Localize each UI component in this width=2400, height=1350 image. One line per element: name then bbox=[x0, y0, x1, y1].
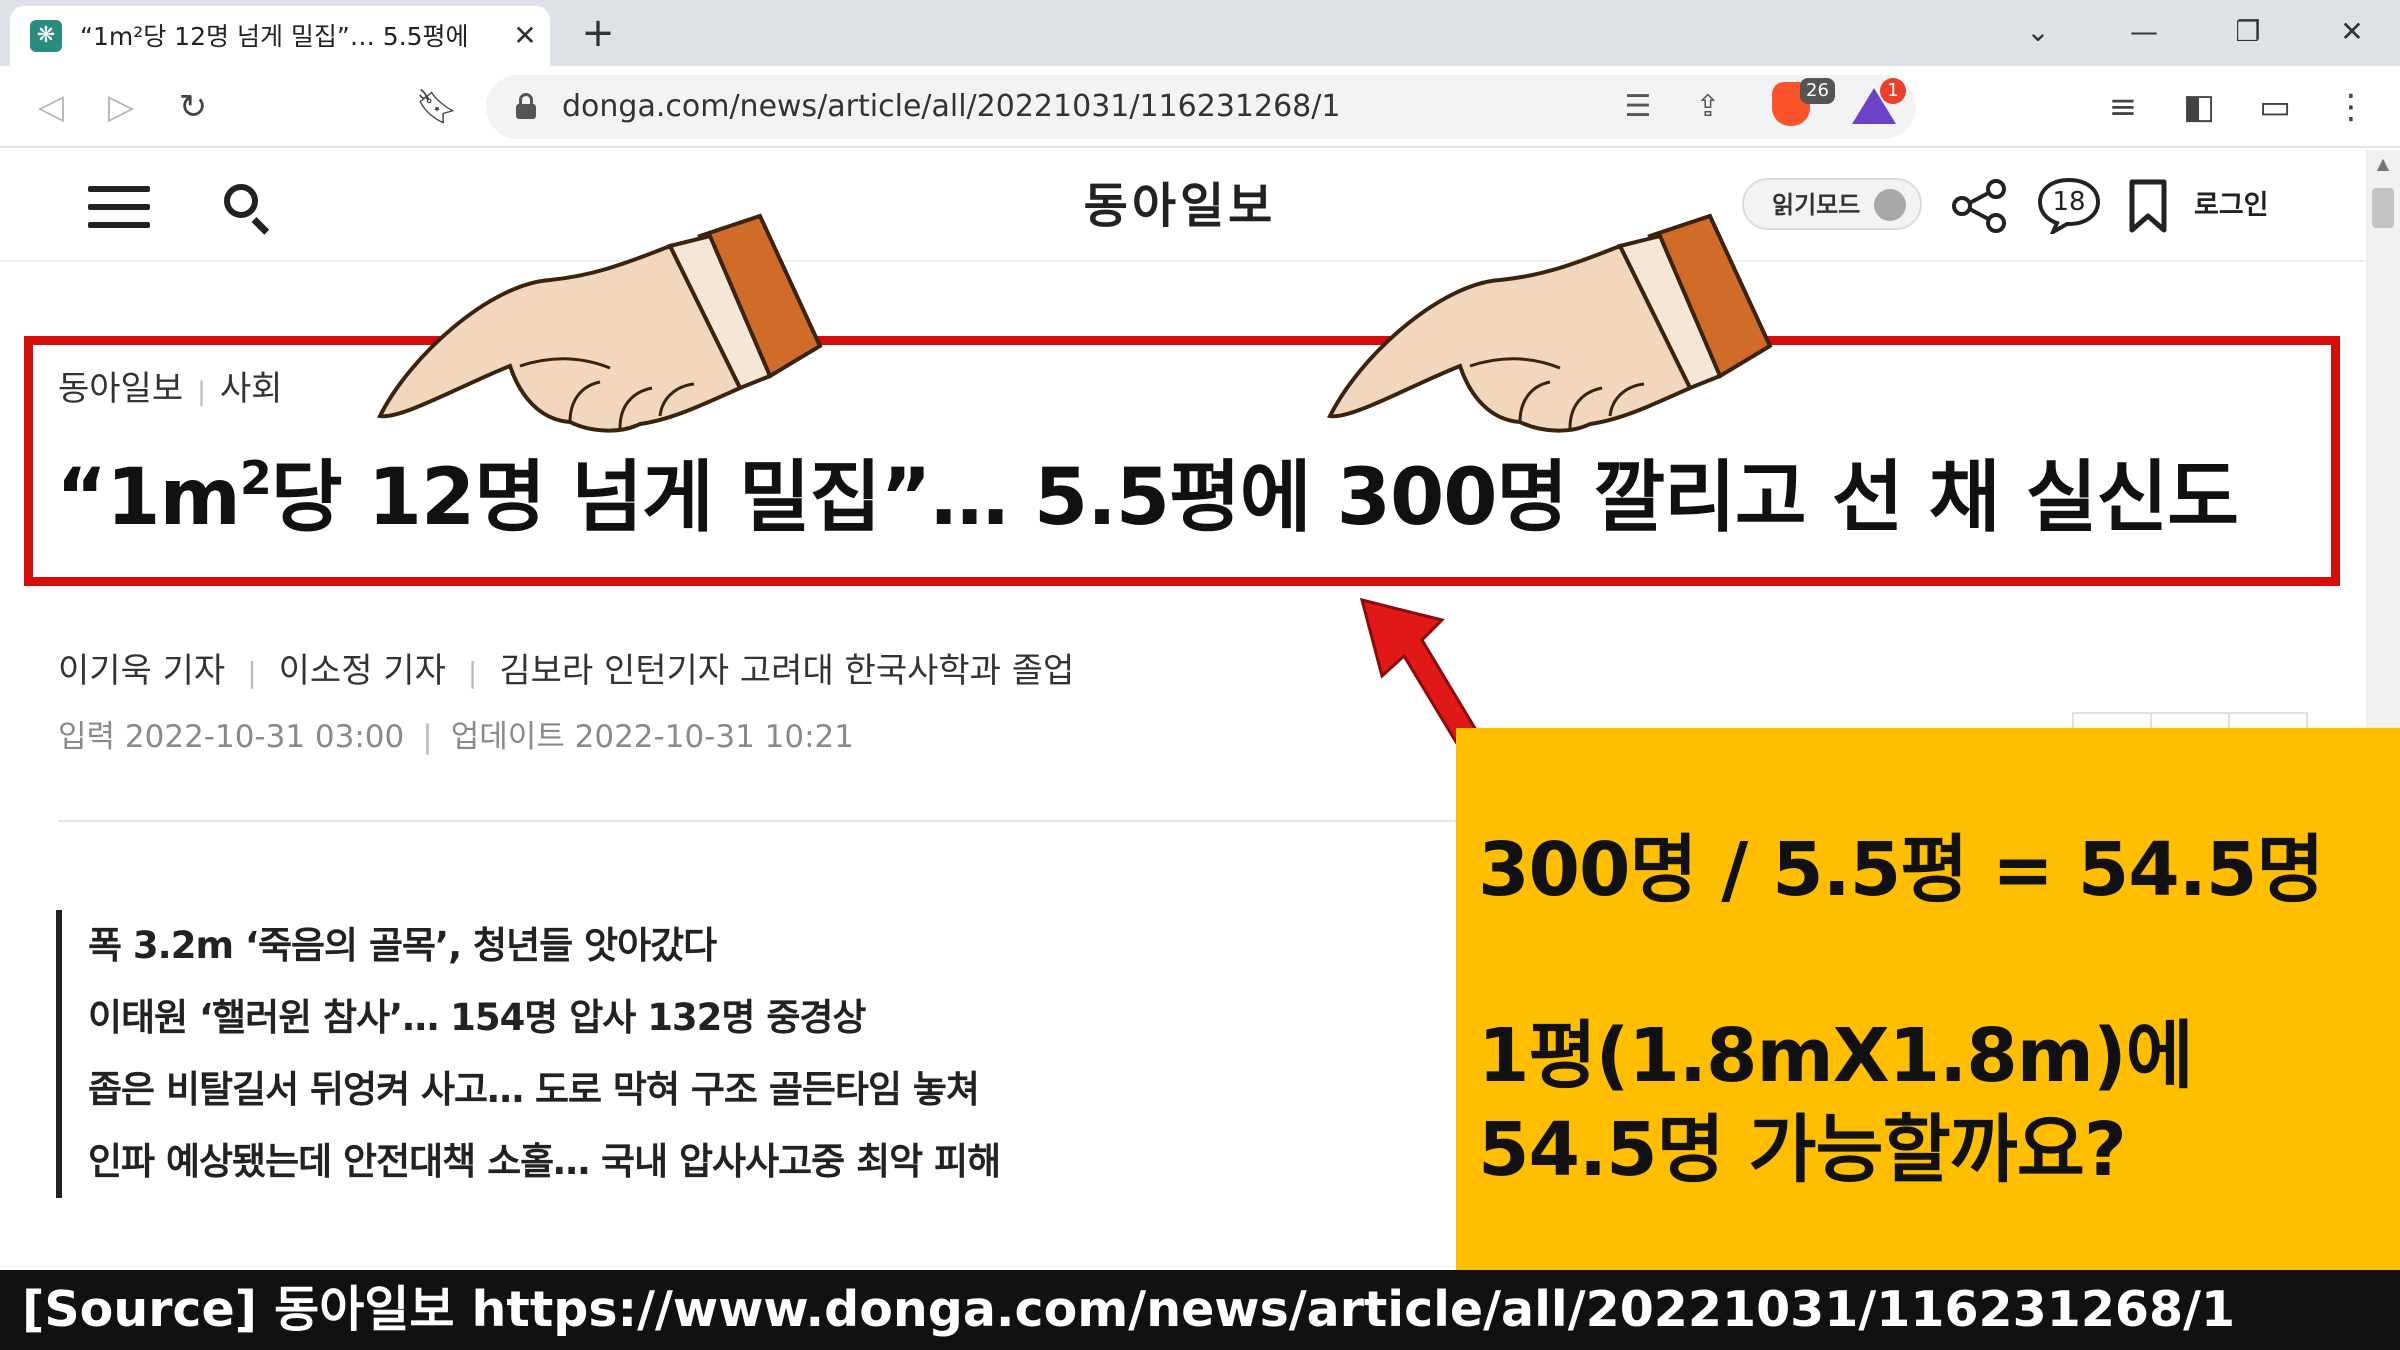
bylines: 이기욱 기자 | 이소정 기자 | 김보라 인턴기자 고려대 한국사학과 졸업 bbox=[58, 646, 1074, 696]
byline-intern: 김보라 인턴기자 고려대 한국사학과 졸업 bbox=[499, 651, 1075, 691]
source-caption: [Source] 동아일보 https://www.donga.com/news… bbox=[22, 1281, 2236, 1338]
browser-tab[interactable]: ❋ “1m²당 12명 넘게 밀집”… 5.5평에 ✕ bbox=[10, 6, 550, 66]
related-articles: 폭 3.2m ‘죽음의 골목’, 청년들 앗아갔다 이태원 ‘핼러윈 참사’… … bbox=[56, 910, 1156, 1198]
share-page-icon[interactable]: ⇪ bbox=[1686, 85, 1730, 129]
divider bbox=[58, 820, 1458, 822]
site-header: 동아일보 읽기모드 18 로그인 bbox=[0, 150, 2366, 262]
toggle-knob bbox=[1874, 189, 1906, 221]
search-icon[interactable] bbox=[224, 184, 270, 235]
headline-prefix: “1m bbox=[56, 453, 241, 543]
hamburger-menu-icon[interactable] bbox=[88, 186, 150, 228]
browser-toolbar: ◁ ▷ ↻ 🔖︎ donga.com/news/article/all/2022… bbox=[0, 66, 2400, 148]
minimize-icon[interactable]: — bbox=[2122, 12, 2166, 52]
restore-icon[interactable]: ❐ bbox=[2226, 12, 2270, 52]
date-separator: | bbox=[422, 719, 433, 755]
new-tab-button[interactable]: + bbox=[578, 13, 618, 54]
tab-close-icon[interactable]: ✕ bbox=[510, 20, 540, 52]
article-headline: “1m2당 12명 넘게 밀집”… 5.5평에 300명 깔리고 선 채 실신도 bbox=[56, 438, 2316, 558]
sidebar-icon[interactable]: ◧ bbox=[2174, 82, 2224, 132]
share-icon[interactable] bbox=[1950, 178, 2010, 234]
headline-rest: 당 12명 넘게 밀집”… 5.5평에 300명 깔리고 선 채 실신도 bbox=[270, 453, 2239, 543]
headline-superscript: 2 bbox=[239, 451, 272, 505]
update-date: 업데이트 2022-10-31 10:21 bbox=[450, 719, 854, 755]
breadcrumb: 동아일보 | 사회 bbox=[58, 364, 282, 414]
address-bar[interactable]: donga.com/news/article/all/20221031/1162… bbox=[486, 75, 1916, 139]
site-logo[interactable]: 동아일보 bbox=[1000, 176, 1360, 236]
related-article-link[interactable]: 인파 예상됐는데 안전대책 소홀… 국내 압사사고중 최악 피해 bbox=[88, 1126, 1156, 1198]
byline-reporter[interactable]: 이기욱 기자 bbox=[58, 651, 225, 691]
wallet-icon[interactable]: ▭ bbox=[2250, 82, 2300, 132]
window-close-icon[interactable]: ✕ bbox=[2330, 12, 2374, 52]
comment-count: 18 bbox=[2052, 187, 2086, 217]
lock-icon[interactable] bbox=[516, 93, 536, 119]
tab-title: “1m²당 12명 넘게 밀집”… 5.5평에 bbox=[80, 22, 469, 51]
login-link[interactable]: 로그인 bbox=[2194, 186, 2294, 226]
source-caption-bar: [Source] 동아일보 https://www.donga.com/news… bbox=[0, 1270, 2400, 1350]
scroll-up-icon[interactable]: ▲ bbox=[2366, 154, 2400, 174]
breadcrumb-separator: | bbox=[197, 377, 206, 407]
related-article-link[interactable]: 좁은 비탈길서 뒤엉켜 사고… 도로 막혀 구조 골든타임 놓쳐 bbox=[88, 1054, 1156, 1126]
pointing-hand-icon bbox=[1327, 213, 1773, 433]
callout-line-2: 1평(1.8mX1.8m)에 bbox=[1478, 1013, 2194, 1099]
browser-menu-icon[interactable]: ⋮ bbox=[2326, 82, 2376, 132]
browser-tab-bar: ❋ “1m²당 12명 넘게 밀집”… 5.5평에 ✕ + ⌄ — ❐ ✕ bbox=[0, 0, 2400, 66]
related-article-link[interactable]: 폭 3.2m ‘죽음의 골목’, 청년들 앗아갔다 bbox=[88, 910, 1156, 982]
callout-line-1: 300명 / 5.5평 = 54.5명 bbox=[1478, 827, 2324, 913]
byline-reporter[interactable]: 이소정 기자 bbox=[279, 651, 446, 691]
back-icon[interactable]: ◁ bbox=[26, 82, 76, 132]
red-arrow-icon bbox=[1359, 597, 1479, 745]
reader-view-icon[interactable]: ☰ bbox=[1616, 85, 1660, 129]
playlist-icon[interactable]: ≡ bbox=[2098, 82, 2148, 132]
brave-rewards-badge: 1 bbox=[1880, 78, 1906, 104]
reading-mode-label: 읽기모드 bbox=[1772, 191, 1861, 219]
brave-shields-badge: 26 bbox=[1800, 78, 1835, 104]
scrollbar-thumb[interactable] bbox=[2372, 188, 2394, 228]
related-article-link[interactable]: 이태원 ‘핼러윈 참사’… 154명 압사 132명 중경상 bbox=[88, 982, 1156, 1054]
pointing-hand-icon bbox=[377, 213, 823, 433]
byline-separator: | bbox=[467, 656, 478, 689]
bookmark-icon[interactable] bbox=[2126, 178, 2170, 234]
site-favicon-icon: ❋ bbox=[30, 20, 62, 52]
tab-search-chevron-icon[interactable]: ⌄ bbox=[2016, 12, 2060, 52]
reload-icon[interactable]: ↻ bbox=[168, 82, 218, 132]
bookmark-page-icon[interactable]: 🔖︎ bbox=[412, 82, 462, 132]
byline-separator: | bbox=[247, 656, 257, 689]
breadcrumb-item-donga[interactable]: 동아일보 bbox=[58, 369, 183, 409]
callout-line-3: 54.5명 가능할까요? bbox=[1478, 1107, 2127, 1193]
input-date: 입력 2022-10-31 03:00 bbox=[58, 719, 405, 755]
breadcrumb-item-society[interactable]: 사회 bbox=[220, 369, 283, 409]
calculation-callout: 300명 / 5.5평 = 54.5명 1평(1.8mX1.8m)에 54.5명… bbox=[1456, 728, 2400, 1270]
article-dates: 입력 2022-10-31 03:00 | 업데이트 2022-10-31 10:2… bbox=[58, 714, 854, 760]
url-text[interactable]: donga.com/news/article/all/20221031/1162… bbox=[562, 87, 1662, 127]
forward-icon[interactable]: ▷ bbox=[96, 82, 146, 132]
